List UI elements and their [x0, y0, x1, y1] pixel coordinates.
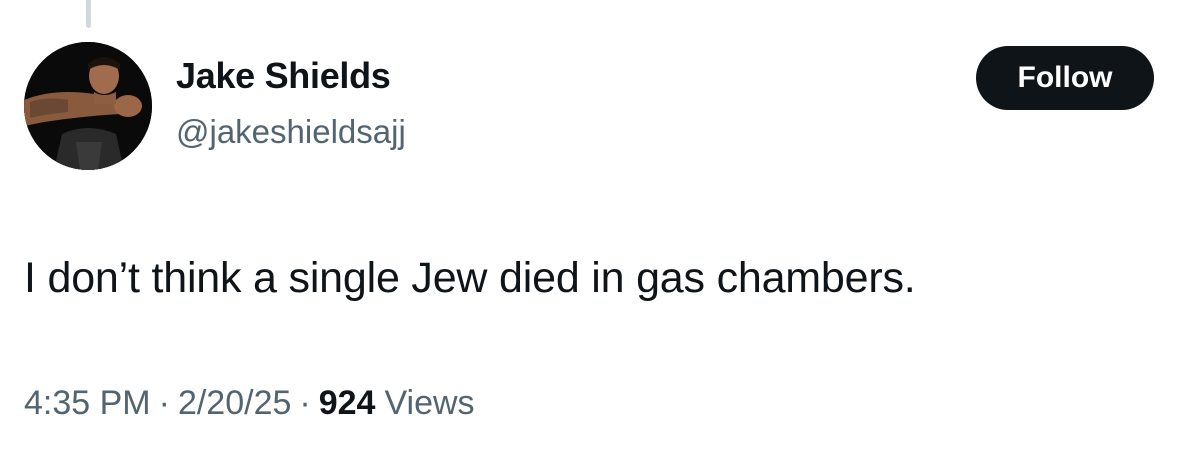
follow-button[interactable]: Follow	[976, 46, 1154, 110]
tweet-time[interactable]: 4:35 PM	[24, 380, 151, 426]
author-handle[interactable]: @jakeshieldsajj	[176, 110, 406, 154]
tweet-date[interactable]: 2/20/25	[178, 380, 291, 426]
meta-separator: ·	[299, 384, 311, 422]
profile-photo-icon	[24, 42, 152, 170]
avatar[interactable]	[24, 42, 152, 170]
views-count[interactable]: 924	[319, 380, 376, 426]
author-display-name[interactable]: Jake Shields	[176, 52, 391, 100]
views-label[interactable]: Views	[384, 380, 474, 426]
tweet-text: I don’t think a single Jew died in gas c…	[24, 254, 916, 302]
thread-connector-line	[86, 0, 91, 28]
meta-separator: ·	[158, 384, 170, 422]
tweet-metadata: 4:35 PM · 2/20/25 · 924 Views	[24, 380, 475, 426]
